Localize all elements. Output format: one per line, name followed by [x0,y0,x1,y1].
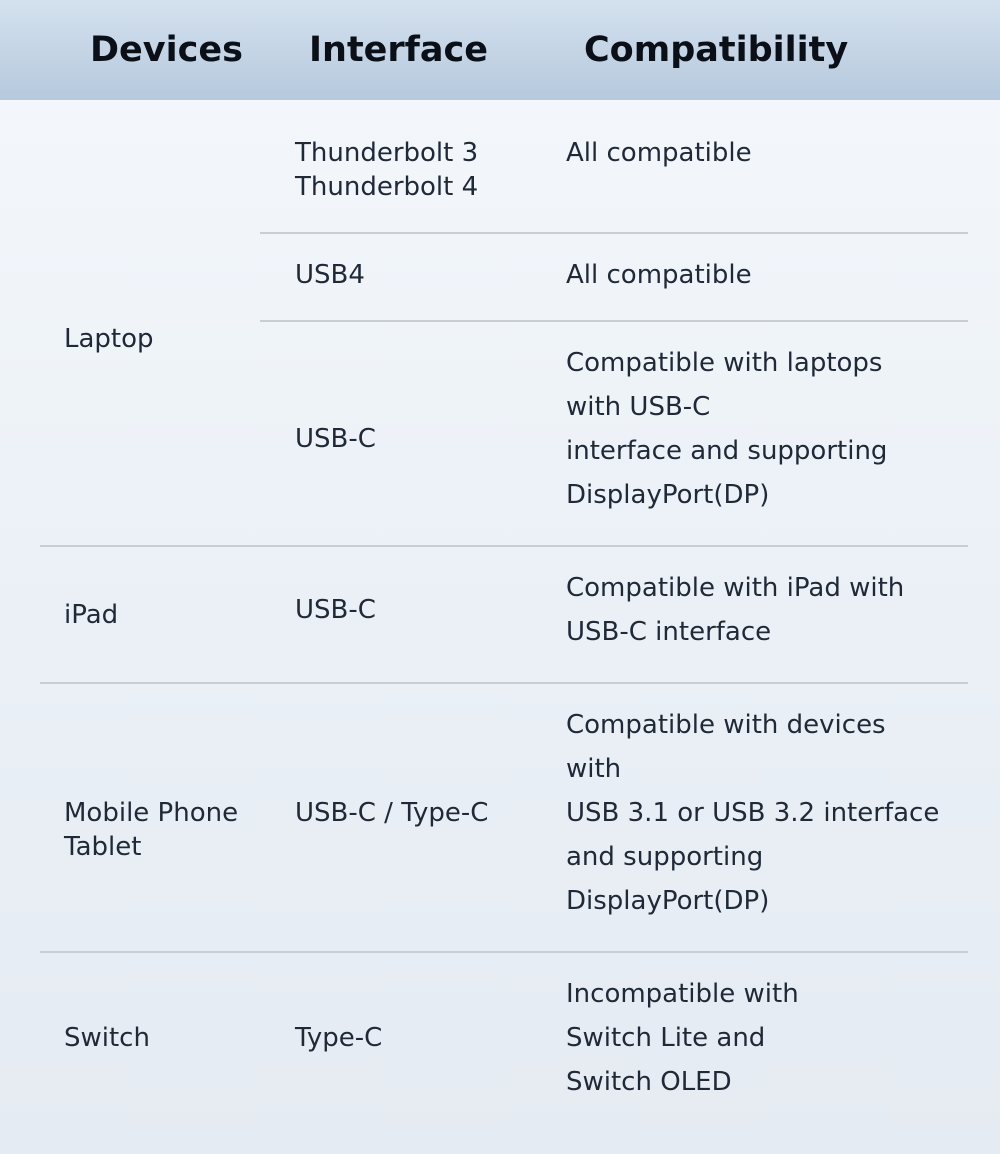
compat-mobile-line1: Compatible with devices [566,710,886,740]
row-divider [260,232,968,234]
compat-laptop-usbc-line3: interface and supporting [566,436,888,466]
interface-switch: Type-C [295,1023,383,1053]
compat-mobile-line3: USB 3.1 or USB 3.2 interface [566,798,940,828]
compat-switch-line2: Switch Lite and [566,1023,766,1053]
device-switch: Switch [64,1023,150,1053]
compat-usb4: All compatible [566,260,752,290]
interface-thunderbolt-4: Thunderbolt 4 [295,172,479,202]
header-interface: Interface [309,30,488,70]
device-tablet: Tablet [64,832,142,862]
interface-mobile: USB-C / Type-C [295,798,489,828]
header-compatibility: Compatibility [584,30,849,70]
compat-thunderbolt: All compatible [566,138,752,168]
compat-laptop-usbc-line2: with USB-C [566,392,711,422]
compat-ipad-line2: USB-C interface [566,617,772,647]
compat-switch-line1: Incompatible with [566,979,799,1009]
interface-usb4: USB4 [295,260,365,290]
table-header: Devices Interface Compatibility [0,0,1000,100]
row-divider [40,545,968,547]
device-ipad: iPad [64,600,119,630]
compat-mobile-line5: DisplayPort(DP) [566,886,770,916]
device-mobile-phone: Mobile Phone [64,798,239,828]
interface-laptop-usbc: USB-C [295,424,376,454]
compat-switch-line3: Switch OLED [566,1067,732,1097]
row-divider [40,682,968,684]
device-laptop: Laptop [64,324,154,354]
compat-laptop-usbc-line4: DisplayPort(DP) [566,480,770,510]
interface-ipad: USB-C [295,595,376,625]
compatibility-table: Devices Interface Compatibility Laptop T… [0,0,1000,1154]
compat-mobile-line2: with [566,754,622,784]
row-divider [40,951,968,953]
compat-mobile-line4: and supporting [566,842,764,872]
interface-thunderbolt-3: Thunderbolt 3 [295,138,479,168]
row-divider [260,320,968,322]
compat-ipad-line1: Compatible with iPad with [566,573,905,603]
header-devices: Devices [90,30,243,70]
compat-laptop-usbc-line1: Compatible with laptops [566,348,883,378]
